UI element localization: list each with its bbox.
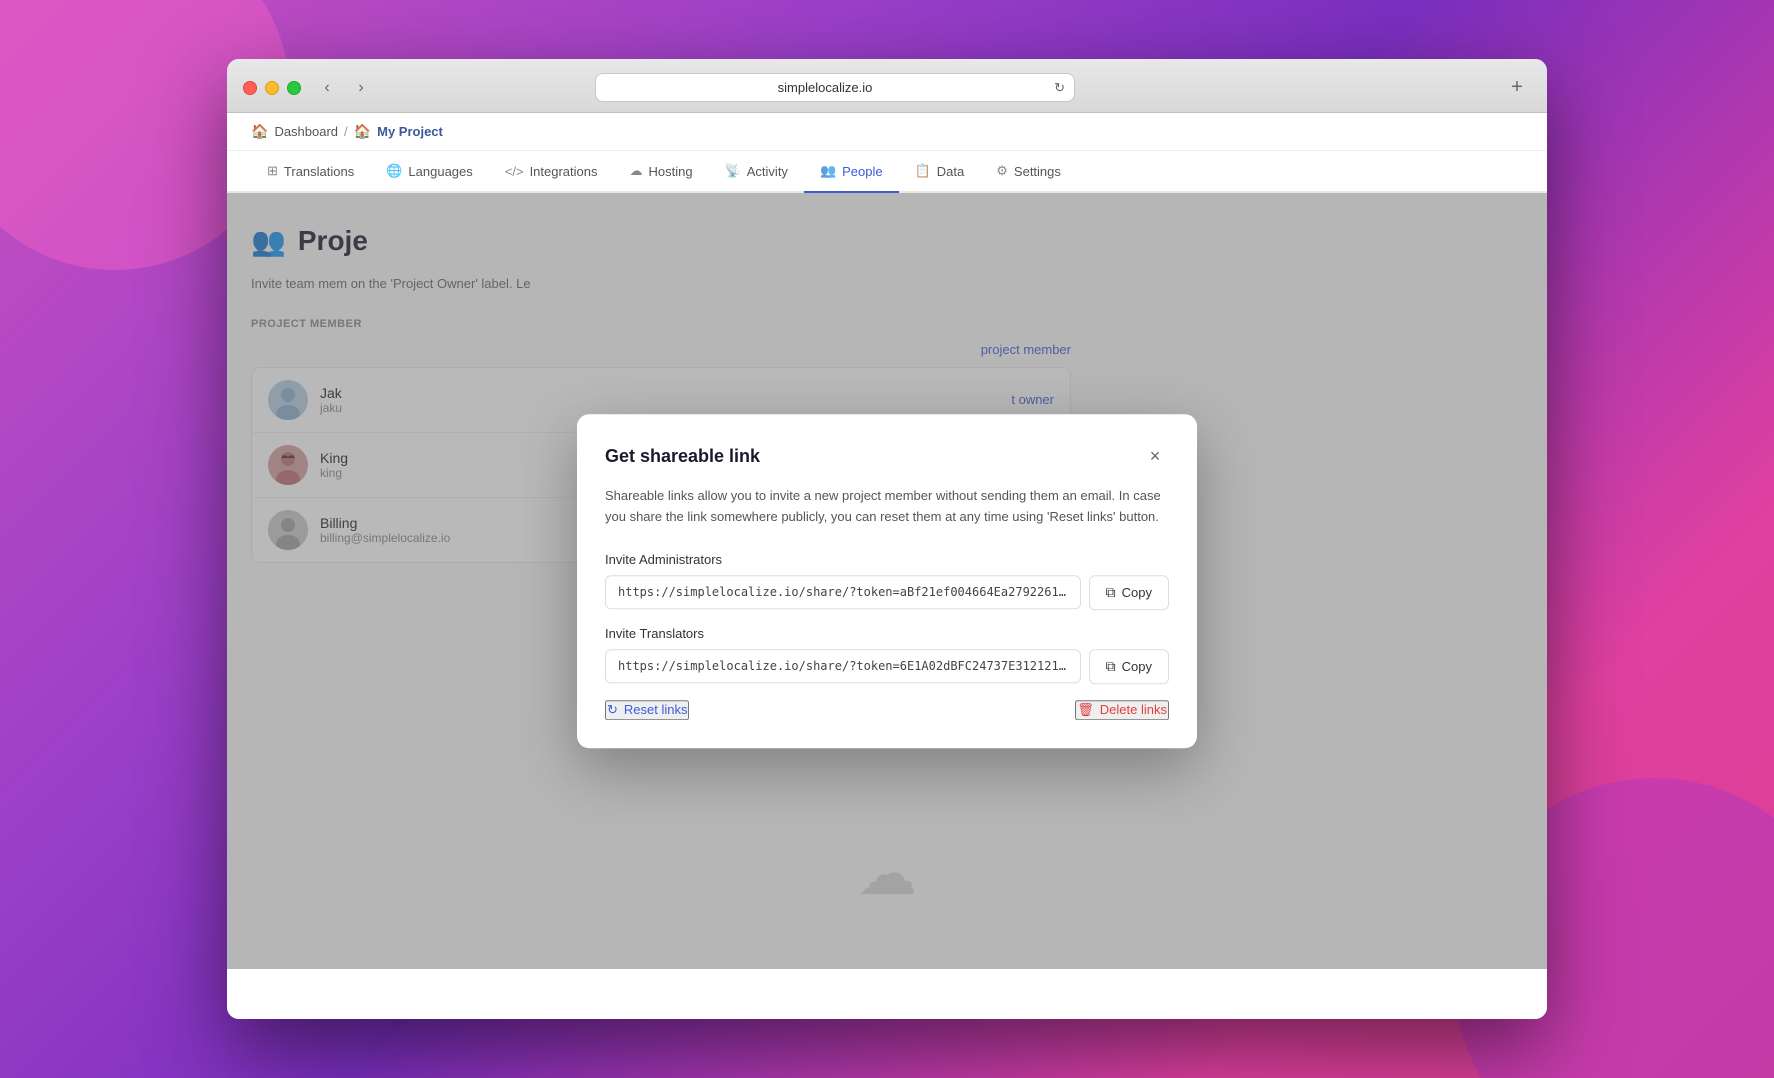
translator-link-input[interactable] bbox=[605, 649, 1081, 683]
tab-translations[interactable]: ⊞ Translations bbox=[251, 151, 370, 193]
modal-header: Get shareable link × bbox=[605, 442, 1169, 470]
main-content: 👥 Proje Invite team mem on the 'Project … bbox=[227, 193, 1547, 969]
app-content: 🏠 Dashboard / 🏠 My Project ⊞ Translation… bbox=[227, 113, 1547, 1019]
reset-links-button[interactable]: ↻ Reset links bbox=[605, 700, 689, 720]
modal-close-button[interactable]: × bbox=[1141, 442, 1169, 470]
tab-settings[interactable]: ⚙ Settings bbox=[980, 151, 1077, 193]
data-icon: 📋 bbox=[915, 163, 931, 179]
breadcrumb-dashboard[interactable]: Dashboard bbox=[274, 124, 338, 139]
settings-icon: ⚙ bbox=[996, 163, 1008, 179]
tab-settings-label: Settings bbox=[1014, 164, 1061, 179]
browser-window: ‹ › 🔒 ↻ + 🏠 Dashboard / 🏠 My Project bbox=[227, 59, 1547, 1019]
address-bar: 🔒 ↻ bbox=[595, 73, 1075, 102]
languages-icon: 🌐 bbox=[386, 163, 402, 179]
reset-icon: ↻ bbox=[607, 702, 618, 718]
people-icon: 👥 bbox=[820, 163, 836, 179]
tab-integrations[interactable]: </> Integrations bbox=[489, 151, 614, 193]
tab-hosting-label: Hosting bbox=[649, 164, 693, 179]
traffic-light-close[interactable] bbox=[243, 81, 257, 95]
tab-navigation: ⊞ Translations 🌐 Languages </> Integrati… bbox=[227, 151, 1547, 193]
traffic-lights bbox=[243, 81, 301, 95]
address-input[interactable] bbox=[595, 73, 1075, 102]
tab-languages[interactable]: 🌐 Languages bbox=[370, 151, 489, 193]
translator-section-label: Invite Translators bbox=[605, 626, 1169, 641]
new-tab-button[interactable]: + bbox=[1503, 74, 1531, 102]
modal-footer: ↻ Reset links 🗑 Delete links bbox=[605, 700, 1169, 720]
translations-icon: ⊞ bbox=[267, 163, 278, 179]
tab-hosting[interactable]: ☁ Hosting bbox=[614, 151, 709, 193]
modal-title: Get shareable link bbox=[605, 446, 760, 467]
breadcrumb: 🏠 Dashboard / 🏠 My Project bbox=[227, 113, 1547, 151]
nav-back-button[interactable]: ‹ bbox=[313, 74, 341, 102]
tab-people-label: People bbox=[842, 164, 882, 179]
tab-languages-label: Languages bbox=[408, 164, 472, 179]
tab-translations-label: Translations bbox=[284, 164, 354, 179]
admin-link-row: ⧉ Copy bbox=[605, 575, 1169, 610]
tab-people[interactable]: 👥 People bbox=[804, 151, 899, 193]
hosting-icon: ☁ bbox=[630, 163, 643, 179]
browser-titlebar: ‹ › 🔒 ↻ + bbox=[227, 59, 1547, 113]
admin-link-input[interactable] bbox=[605, 575, 1081, 609]
delete-links-label: Delete links bbox=[1100, 702, 1167, 717]
nav-forward-button[interactable]: › bbox=[347, 74, 375, 102]
reset-links-label: Reset links bbox=[624, 702, 688, 717]
admin-copy-button[interactable]: ⧉ Copy bbox=[1089, 575, 1169, 610]
home-icon: 🏠 bbox=[251, 123, 268, 140]
translator-copy-button[interactable]: ⧉ Copy bbox=[1089, 649, 1169, 684]
breadcrumb-project-emoji: 🏠 bbox=[354, 123, 371, 140]
tab-activity-label: Activity bbox=[747, 164, 788, 179]
breadcrumb-project-name[interactable]: My Project bbox=[377, 124, 443, 139]
tab-integrations-label: Integrations bbox=[530, 164, 598, 179]
delete-links-button[interactable]: 🗑 Delete links bbox=[1075, 700, 1169, 720]
breadcrumb-separator: / bbox=[344, 124, 348, 139]
integrations-icon: </> bbox=[505, 164, 524, 179]
traffic-light-minimize[interactable] bbox=[265, 81, 279, 95]
delete-icon: 🗑 bbox=[1077, 702, 1094, 718]
chevron-left-icon: ‹ bbox=[324, 79, 329, 97]
activity-icon: 📡 bbox=[725, 163, 741, 179]
refresh-icon[interactable]: ↻ bbox=[1054, 80, 1065, 96]
tab-data[interactable]: 📋 Data bbox=[899, 151, 981, 193]
tab-activity[interactable]: 📡 Activity bbox=[709, 151, 804, 193]
translator-link-row: ⧉ Copy bbox=[605, 649, 1169, 684]
chevron-right-icon: › bbox=[358, 79, 363, 97]
tab-data-label: Data bbox=[937, 164, 964, 179]
browser-nav: ‹ › bbox=[313, 74, 375, 102]
shareable-link-modal: Get shareable link × Shareable links all… bbox=[577, 414, 1197, 748]
admin-section-label: Invite Administrators bbox=[605, 552, 1169, 567]
translator-copy-label: Copy bbox=[1122, 659, 1152, 674]
admin-copy-label: Copy bbox=[1122, 585, 1152, 600]
copy-icon-admin: ⧉ bbox=[1106, 584, 1116, 601]
modal-description: Shareable links allow you to invite a ne… bbox=[605, 486, 1169, 528]
copy-icon-translator: ⧉ bbox=[1106, 658, 1116, 675]
traffic-light-maximize[interactable] bbox=[287, 81, 301, 95]
